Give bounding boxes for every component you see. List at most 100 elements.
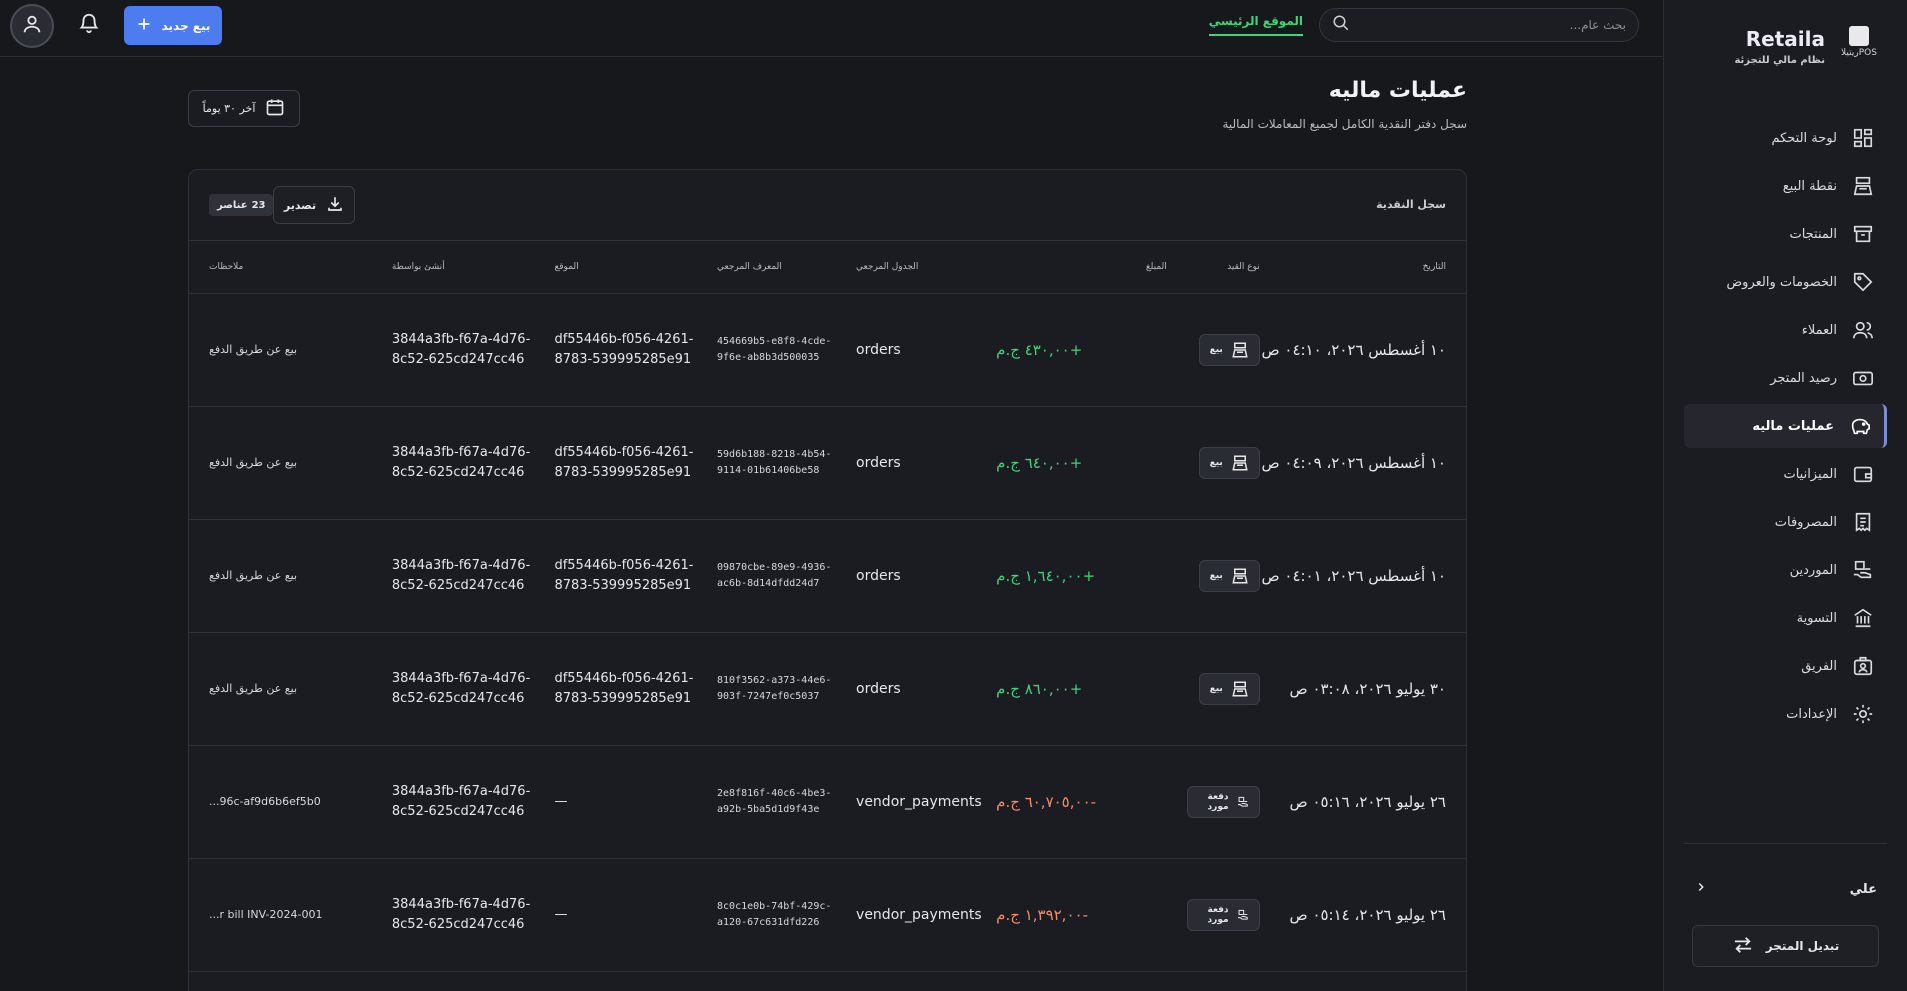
entry-type-badge: بيع bbox=[1198, 333, 1260, 366]
col-ref-id[interactable]: المعرف المرجعي bbox=[707, 241, 847, 294]
bell-icon[interactable] bbox=[76, 12, 100, 36]
table-row[interactable]: ٢٦ يوليو ٢٠٢٦، ٠٥:١٤ ص دفعة مورد -١,٣٩٢,٠٠… bbox=[189, 858, 1466, 972]
sidebar-item-wallet[interactable]: الميزانيات bbox=[1684, 452, 1887, 496]
notes-text: بيع عن طريق الدفع bbox=[209, 569, 298, 582]
cash-ledger-card: سجل النقدية تصدير 23 عناصر التاريخ نوع ا… bbox=[188, 169, 1467, 991]
amount-value: +١,٦٤٠,٠٠ ج.م bbox=[996, 566, 1096, 585]
date-range-filter[interactable]: آخر ٣٠ يوماً bbox=[188, 90, 300, 127]
user-menu[interactable]: علي bbox=[1694, 875, 1877, 903]
brand-logo: POSريتيلا bbox=[1841, 26, 1877, 58]
table-row[interactable]: ١٠ أغسطس ٢٠٢٦، ٠٤:٠١ ص بيع +١,٦٤٠,٠٠ ج.م or… bbox=[189, 519, 1466, 633]
sidebar-item-label: المنتجات bbox=[1789, 226, 1837, 242]
avatar[interactable] bbox=[10, 4, 54, 48]
sidebar-item-label: الفريق bbox=[1801, 658, 1837, 674]
entry-type-label: بيع bbox=[1209, 344, 1223, 355]
switch-store-button[interactable]: تبديل المتجر bbox=[1692, 925, 1879, 967]
bank-icon bbox=[1851, 606, 1875, 630]
col-amount[interactable]: المبلغ bbox=[986, 241, 1177, 294]
table-row[interactable]: ٣٠ يوليو ٢٠٢٦، ٠٣:٠٨ ص بيع +٨٦٠,٠٠ ج.م orde… bbox=[189, 632, 1466, 746]
sidebar-item-team[interactable]: الفريق bbox=[1684, 644, 1887, 688]
cell-ref-id: 8c0c1e0b-74bf-429c-a120-67c631dfd226 bbox=[707, 858, 847, 972]
sidebar-item-users[interactable]: العملاء bbox=[1684, 308, 1887, 352]
entry-type-icon bbox=[1232, 455, 1248, 470]
brand-tagline: نظام مالي للتجزئة bbox=[1734, 55, 1825, 66]
entry-type-label: بيع bbox=[1209, 570, 1223, 581]
col-notes[interactable]: ملاحظات bbox=[189, 241, 382, 294]
export-button[interactable]: تصدير bbox=[273, 186, 355, 224]
sidebar-item-piggy-bank[interactable]: عمليات ماليه bbox=[1684, 404, 1887, 448]
table-row[interactable]: ٢٦ يوليو ٢٠٢٦، ٠٥:١٦ ص دفعة مورد -٦٠,٧٠٥,٠… bbox=[189, 745, 1466, 859]
card-header: سجل النقدية تصدير 23 عناصر bbox=[189, 170, 1466, 241]
sidebar-item-dashboard[interactable]: لوحة التحكم bbox=[1684, 116, 1887, 160]
sidebar-item-register[interactable]: نقطة البيع bbox=[1684, 164, 1887, 208]
receipt-icon bbox=[1851, 510, 1875, 534]
page-subtitle: سجل دفتر النقدية الكامل لجميع المعاملات … bbox=[1222, 117, 1467, 131]
cell-date: ٣٠ يوليو ٢٠٢٦، ٠٣:٠٨ ص bbox=[1269, 632, 1466, 746]
sidebar-item-label: التسوية bbox=[1796, 610, 1837, 626]
page-title: عمليات ماليه bbox=[1328, 78, 1467, 103]
cell-created-by: 3844a3fb-f67a-4d76-8c52-625cd247cc46 bbox=[381, 406, 545, 520]
gear-icon bbox=[1851, 702, 1875, 726]
col-created-by[interactable]: أنشئ بواسطة bbox=[381, 241, 545, 294]
cell-notes: بيع عن طريق الدفع bbox=[189, 519, 382, 633]
cell-ref-table: orders bbox=[846, 519, 987, 633]
new-sale-button[interactable]: بيع جديد bbox=[124, 6, 222, 45]
entry-type-badge: بيع bbox=[1198, 446, 1260, 479]
cell-created-by: 3844a3fb-f67a-4d76-8c52-625cd247cc46 bbox=[381, 858, 545, 972]
sidebar-item-cash[interactable]: رصيد المتجر bbox=[1684, 356, 1887, 400]
col-location[interactable]: الموقع bbox=[544, 241, 708, 294]
cell-date: ١٠ أغسطس ٢٠٢٦، ٠٤:٠٩ ص bbox=[1261, 406, 1466, 520]
cell-date: ٢٦ يوليو ٢٠٢٦، ٠٥:١٤ ص bbox=[1269, 858, 1466, 972]
cash-icon bbox=[1851, 366, 1875, 390]
cell-notes: ...96c-af9d6b6ef5b0 bbox=[189, 745, 382, 859]
sidebar-item-tag[interactable]: الخصومات والعروض bbox=[1684, 260, 1887, 304]
sidebar-item-label: لوحة التحكم bbox=[1771, 130, 1837, 146]
plus-icon bbox=[136, 16, 152, 35]
cell-ref-id: 454669b5-e8f8-4cde-9f6e-ab8b3d500035 bbox=[707, 293, 847, 407]
home-link[interactable]: الموقع الرئيسي bbox=[1208, 14, 1303, 36]
sidebar-item-supplier[interactable]: الموردين bbox=[1684, 548, 1887, 592]
wallet-icon bbox=[1851, 462, 1875, 486]
cell-type: بيع bbox=[1176, 519, 1270, 633]
cell-location: df55446b-f056-4261-8783-539995285e91 bbox=[544, 293, 708, 407]
users-icon bbox=[1851, 318, 1875, 342]
cell-amount: +٤٣٠,٠٠ ج.م bbox=[986, 293, 1177, 407]
switch-store-label: تبديل المتجر bbox=[1765, 939, 1840, 953]
sidebar-item-receipt[interactable]: المصروفات bbox=[1684, 500, 1887, 544]
user-icon bbox=[21, 13, 43, 39]
calendar-icon bbox=[265, 97, 285, 120]
export-label: تصدير bbox=[283, 198, 317, 212]
cell-created-by: 3844a3fb-f67a-4d76-8c52-625cd247cc46 bbox=[381, 293, 545, 407]
cell-ref-table: orders bbox=[846, 406, 987, 520]
cell-location: — bbox=[544, 745, 708, 859]
register-icon bbox=[1851, 174, 1875, 198]
cell-location: df55446b-f056-4261-8783-539995285e91 bbox=[544, 519, 708, 633]
amount-value: +٤٣٠,٠٠ ج.م bbox=[996, 340, 1083, 359]
col-ref-table[interactable]: الجدول المرجعي bbox=[846, 241, 987, 294]
cell-date: ٢٦ يوليو ٢٠٢٦، ٠٥:١٦ ص bbox=[1269, 745, 1466, 859]
cell-location: df55446b-f056-4261-8783-539995285e91 bbox=[544, 632, 708, 746]
sidebar-item-bank[interactable]: التسوية bbox=[1684, 596, 1887, 640]
cell-ref-id: 09870cbe-89e9-4936-ac6b-8d14dfdd24d7 bbox=[707, 519, 847, 633]
table-header-row: التاريخ نوع القيد المبلغ الجدول المرجعي … bbox=[189, 241, 1466, 294]
sidebar-item-label: الإعدادات bbox=[1786, 706, 1837, 722]
global-search[interactable] bbox=[1319, 8, 1639, 42]
item-count-badge: 23 عناصر bbox=[209, 194, 274, 216]
entry-type-label: بيع bbox=[1209, 683, 1223, 694]
entry-type-badge: دفعة مورد bbox=[1186, 898, 1260, 931]
sidebar-item-archive[interactable]: المنتجات bbox=[1684, 212, 1887, 256]
entry-type-icon bbox=[1232, 681, 1248, 696]
table-row[interactable]: ١٠ أغسطس ٢٠٢٦، ٠٤:١٠ ص بيع +٤٣٠,٠٠ ج.م orde… bbox=[189, 293, 1466, 407]
sidebar-item-label: الخصومات والعروض bbox=[1726, 274, 1837, 290]
col-type[interactable]: نوع القيد bbox=[1176, 241, 1270, 294]
search-input[interactable] bbox=[1350, 18, 1626, 32]
col-date[interactable]: التاريخ bbox=[1269, 241, 1466, 294]
cell-type: دفعة مورد bbox=[1176, 858, 1270, 972]
cell-date: ١٠ أغسطس ٢٠٢٦، ٠٤:١٠ ص bbox=[1261, 293, 1466, 407]
sidebar-item-label: نقطة البيع bbox=[1782, 178, 1837, 194]
cell-amount: +٦٤٠,٠٠ ج.م bbox=[986, 406, 1177, 520]
brand[interactable]: POSريتيلا Retaila نظام مالي للتجزئة bbox=[1694, 24, 1877, 72]
sidebar-item-gear[interactable]: الإعدادات bbox=[1684, 692, 1887, 736]
table-row[interactable]: ١٠ أغسطس ٢٠٢٦، ٠٤:٠٩ ص بيع +٦٤٠,٠٠ ج.م orde… bbox=[189, 406, 1466, 520]
sidebar-item-label: الميزانيات bbox=[1783, 466, 1837, 482]
